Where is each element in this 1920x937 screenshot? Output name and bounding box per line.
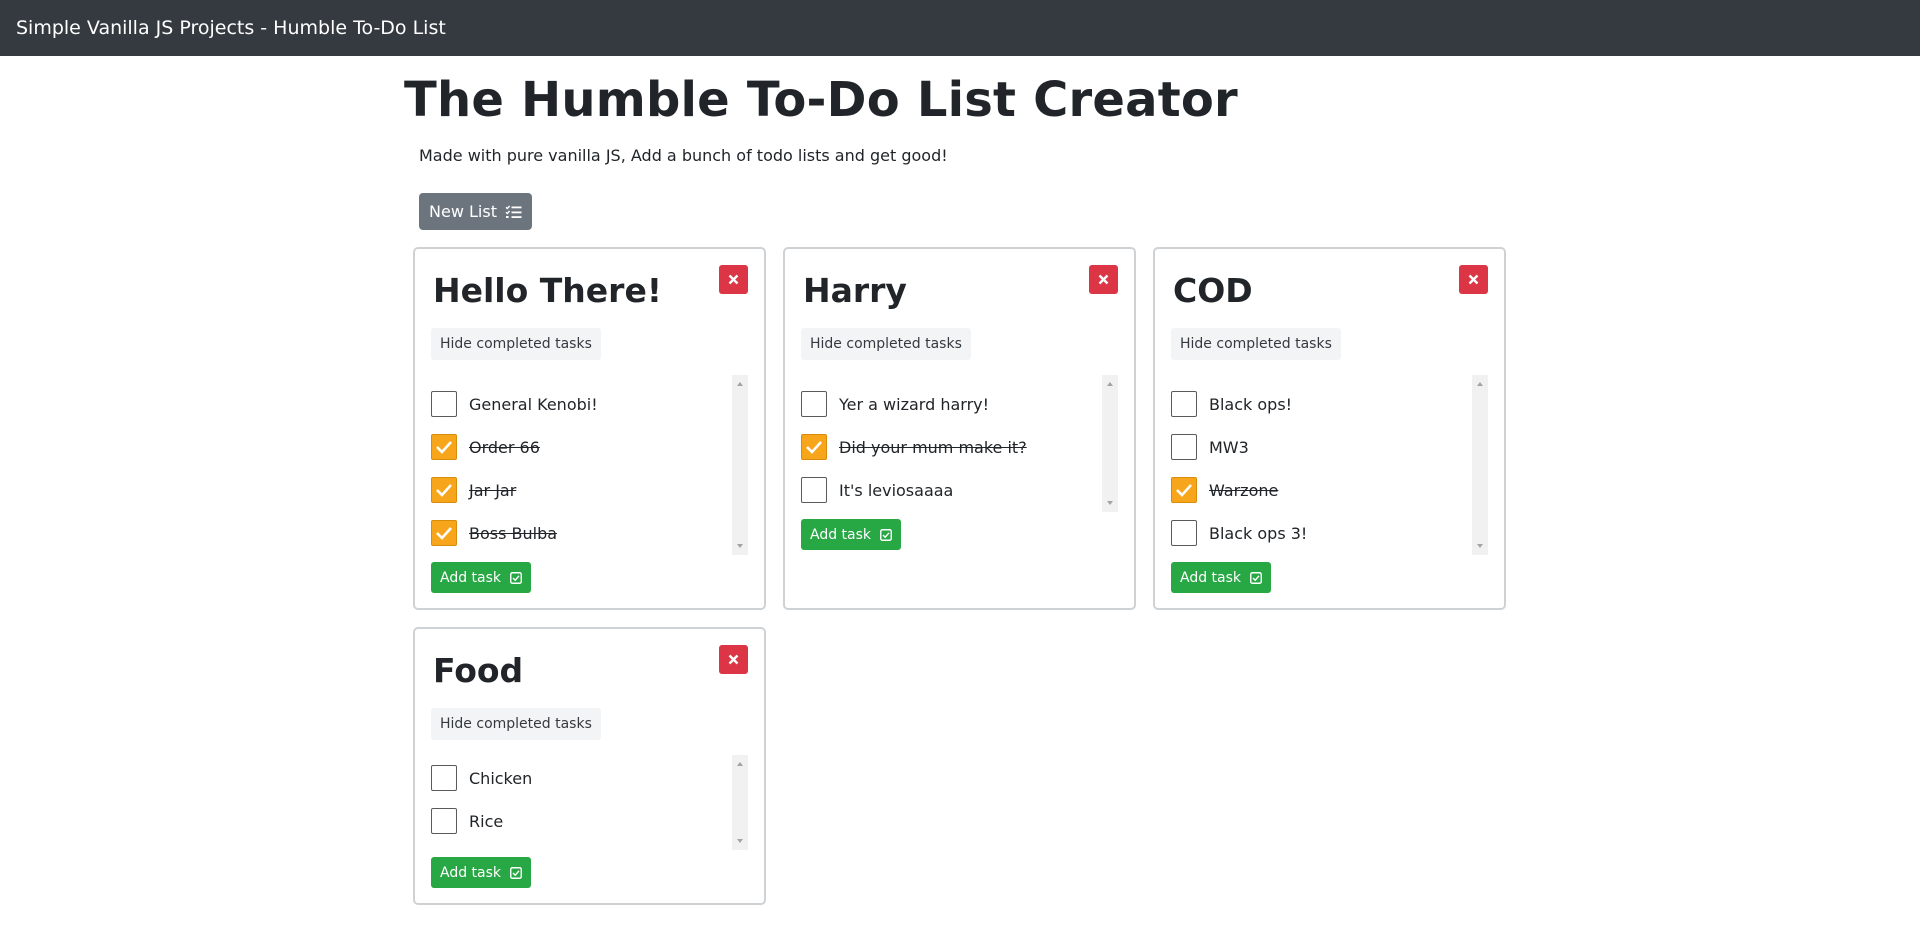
task-label: General Kenobi!	[469, 394, 598, 414]
navbar: Simple Vanilla JS Projects - Humble To-D…	[0, 0, 1920, 56]
task-checkbox[interactable]	[1171, 520, 1197, 546]
task-checkbox[interactable]	[801, 434, 827, 460]
task-item: Chicken	[431, 765, 532, 791]
checkmark-icon	[436, 484, 452, 497]
checkbox-icon	[510, 571, 522, 584]
task-label: It's leviosaaaa	[839, 480, 954, 500]
task-checkbox[interactable]	[1171, 434, 1197, 460]
checkbox-icon	[1250, 571, 1262, 584]
task-checkbox[interactable]	[431, 765, 457, 791]
add-task-label: Add task	[810, 526, 872, 543]
todo-list-card: Food Hide completed tasks Chicken Rice A…	[413, 627, 766, 905]
task-label: Black ops!	[1209, 394, 1293, 414]
add-task-label: Add task	[440, 569, 502, 586]
new-list-button[interactable]: New List	[419, 193, 532, 230]
scroll-down-arrow-icon[interactable]	[737, 839, 743, 843]
hide-completed-button[interactable]: Hide completed tasks	[1171, 328, 1341, 360]
add-task-button[interactable]: Add task	[431, 562, 532, 593]
todo-list-card: COD Hide completed tasks Black ops! MW3 …	[1153, 247, 1506, 610]
add-task-button[interactable]: Add task	[1171, 562, 1272, 593]
task-checkbox[interactable]	[431, 434, 457, 460]
task-list: Black ops! MW3 Warzone Black ops 3!	[1171, 375, 1488, 555]
task-item: Black ops 3!	[1171, 520, 1307, 546]
task-item: Yer a wizard harry!	[801, 391, 989, 417]
delete-list-button[interactable]	[1459, 265, 1488, 294]
page-title: The Humble To-Do List Creator	[404, 72, 1238, 128]
task-label: Chicken	[469, 768, 533, 788]
task-label: Rice	[469, 811, 504, 831]
task-item: Jar Jar	[431, 477, 516, 503]
task-label: MW3	[1209, 437, 1249, 457]
task-list: General Kenobi! Order 66 Jar Jar Boss Bu…	[431, 375, 748, 555]
scroll-up-arrow-icon[interactable]	[1477, 382, 1483, 386]
task-list: Chicken Rice	[431, 755, 748, 850]
scroll-up-arrow-icon[interactable]	[1107, 382, 1113, 386]
task-checkbox[interactable]	[1171, 391, 1197, 417]
task-list-scrollbar[interactable]	[1102, 375, 1118, 512]
new-list-label: New List	[429, 202, 497, 221]
task-checkbox[interactable]	[431, 391, 457, 417]
navbar-title[interactable]: Simple Vanilla JS Projects - Humble To-D…	[16, 17, 446, 39]
list-title: Food	[433, 651, 524, 690]
list-title: COD	[1173, 271, 1253, 310]
task-item: General Kenobi!	[431, 391, 598, 417]
checkmark-icon	[436, 441, 452, 454]
delete-list-button[interactable]	[719, 265, 748, 294]
task-item: Order 66	[431, 434, 540, 460]
task-list-scrollbar[interactable]	[1472, 375, 1488, 555]
task-checkbox[interactable]	[801, 477, 827, 503]
scroll-up-arrow-icon[interactable]	[737, 762, 743, 766]
task-checkbox[interactable]	[1171, 477, 1197, 503]
hide-completed-button[interactable]: Hide completed tasks	[801, 328, 971, 360]
add-task-label: Add task	[440, 864, 502, 881]
task-checkbox[interactable]	[431, 477, 457, 503]
hide-completed-button[interactable]: Hide completed tasks	[431, 708, 601, 740]
checkbox-icon	[880, 528, 892, 541]
close-icon	[728, 654, 739, 665]
scroll-up-arrow-icon[interactable]	[737, 382, 743, 386]
task-label: Yer a wizard harry!	[839, 394, 990, 414]
task-label: Did your mum make it?	[839, 437, 1027, 457]
scroll-down-arrow-icon[interactable]	[1107, 501, 1113, 505]
task-list-scrollbar[interactable]	[732, 755, 748, 850]
todo-list-card: Hello There! Hide completed tasks Genera…	[413, 247, 766, 610]
add-task-button[interactable]: Add task	[801, 519, 902, 550]
hide-completed-button[interactable]: Hide completed tasks	[431, 328, 601, 360]
task-checkbox[interactable]	[431, 808, 457, 834]
add-task-button[interactable]: Add task	[431, 857, 532, 888]
task-label: Jar Jar	[469, 480, 517, 500]
checkmark-icon	[436, 527, 452, 540]
task-label: Warzone	[1209, 480, 1279, 500]
close-icon	[1468, 274, 1479, 285]
task-item: Black ops!	[1171, 391, 1292, 417]
task-label: Order 66	[469, 437, 540, 457]
task-item: It's leviosaaaa	[801, 477, 953, 503]
checkmark-icon	[1176, 484, 1192, 497]
page-subtitle: Made with pure vanilla JS, Add a bunch o…	[419, 146, 948, 165]
task-item: Warzone	[1171, 477, 1278, 503]
list-check-icon	[505, 205, 522, 218]
close-icon	[728, 274, 739, 285]
delete-list-button[interactable]	[1089, 265, 1118, 294]
checkbox-icon	[510, 866, 522, 879]
task-list-scrollbar[interactable]	[732, 375, 748, 555]
task-item: Did your mum make it?	[801, 434, 1027, 460]
task-checkbox[interactable]	[431, 520, 457, 546]
task-item: Boss Bulba	[431, 520, 557, 546]
list-title: Hello There!	[433, 271, 662, 310]
task-item: Rice	[431, 808, 503, 834]
task-label: Black ops 3!	[1209, 523, 1308, 543]
checkmark-icon	[806, 441, 822, 454]
scroll-down-arrow-icon[interactable]	[1477, 544, 1483, 548]
scroll-down-arrow-icon[interactable]	[737, 544, 743, 548]
delete-list-button[interactable]	[719, 645, 748, 674]
close-icon	[1098, 274, 1109, 285]
task-list: Yer a wizard harry! Did your mum make it…	[801, 375, 1118, 512]
task-item: MW3	[1171, 434, 1249, 460]
todo-list-card: Harry Hide completed tasks Yer a wizard …	[783, 247, 1136, 610]
task-checkbox[interactable]	[801, 391, 827, 417]
add-task-label: Add task	[1180, 569, 1242, 586]
task-label: Boss Bulba	[469, 523, 558, 543]
list-title: Harry	[803, 271, 907, 310]
